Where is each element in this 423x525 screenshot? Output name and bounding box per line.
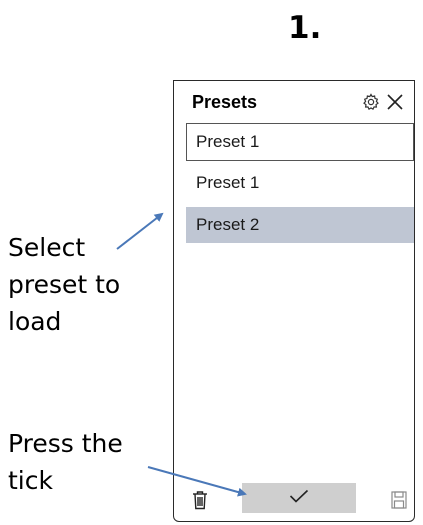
arrow-to-preset [116,212,164,250]
gear-icon[interactable] [360,89,382,115]
save-icon[interactable] [387,485,411,515]
annotation-select-preset: Select preset to load [8,229,120,340]
step-number: 1. [288,10,322,46]
annotation-line: Press the [8,429,123,458]
checkmark-icon [289,489,309,508]
preset-item[interactable]: Preset 1 [186,165,414,201]
annotation-line: Select [8,233,86,262]
presets-panel: Presets Preset 1 Preset 2 [173,80,415,522]
close-icon[interactable] [384,89,406,115]
annotation-line: tick [8,466,53,495]
annotation-line: preset to [8,270,121,299]
preset-list: Preset 1 Preset 2 [186,123,414,249]
trash-icon[interactable] [188,485,212,515]
panel-title: Presets [192,92,258,112]
preset-name-input[interactable] [186,123,414,161]
preset-item-selected[interactable]: Preset 2 [186,207,414,243]
panel-header: Presets [192,89,410,117]
panel-footer [174,479,414,521]
confirm-load-button[interactable] [242,483,356,513]
annotation-line: load [8,307,62,336]
annotation-press-tick: Press the tick [8,425,123,499]
